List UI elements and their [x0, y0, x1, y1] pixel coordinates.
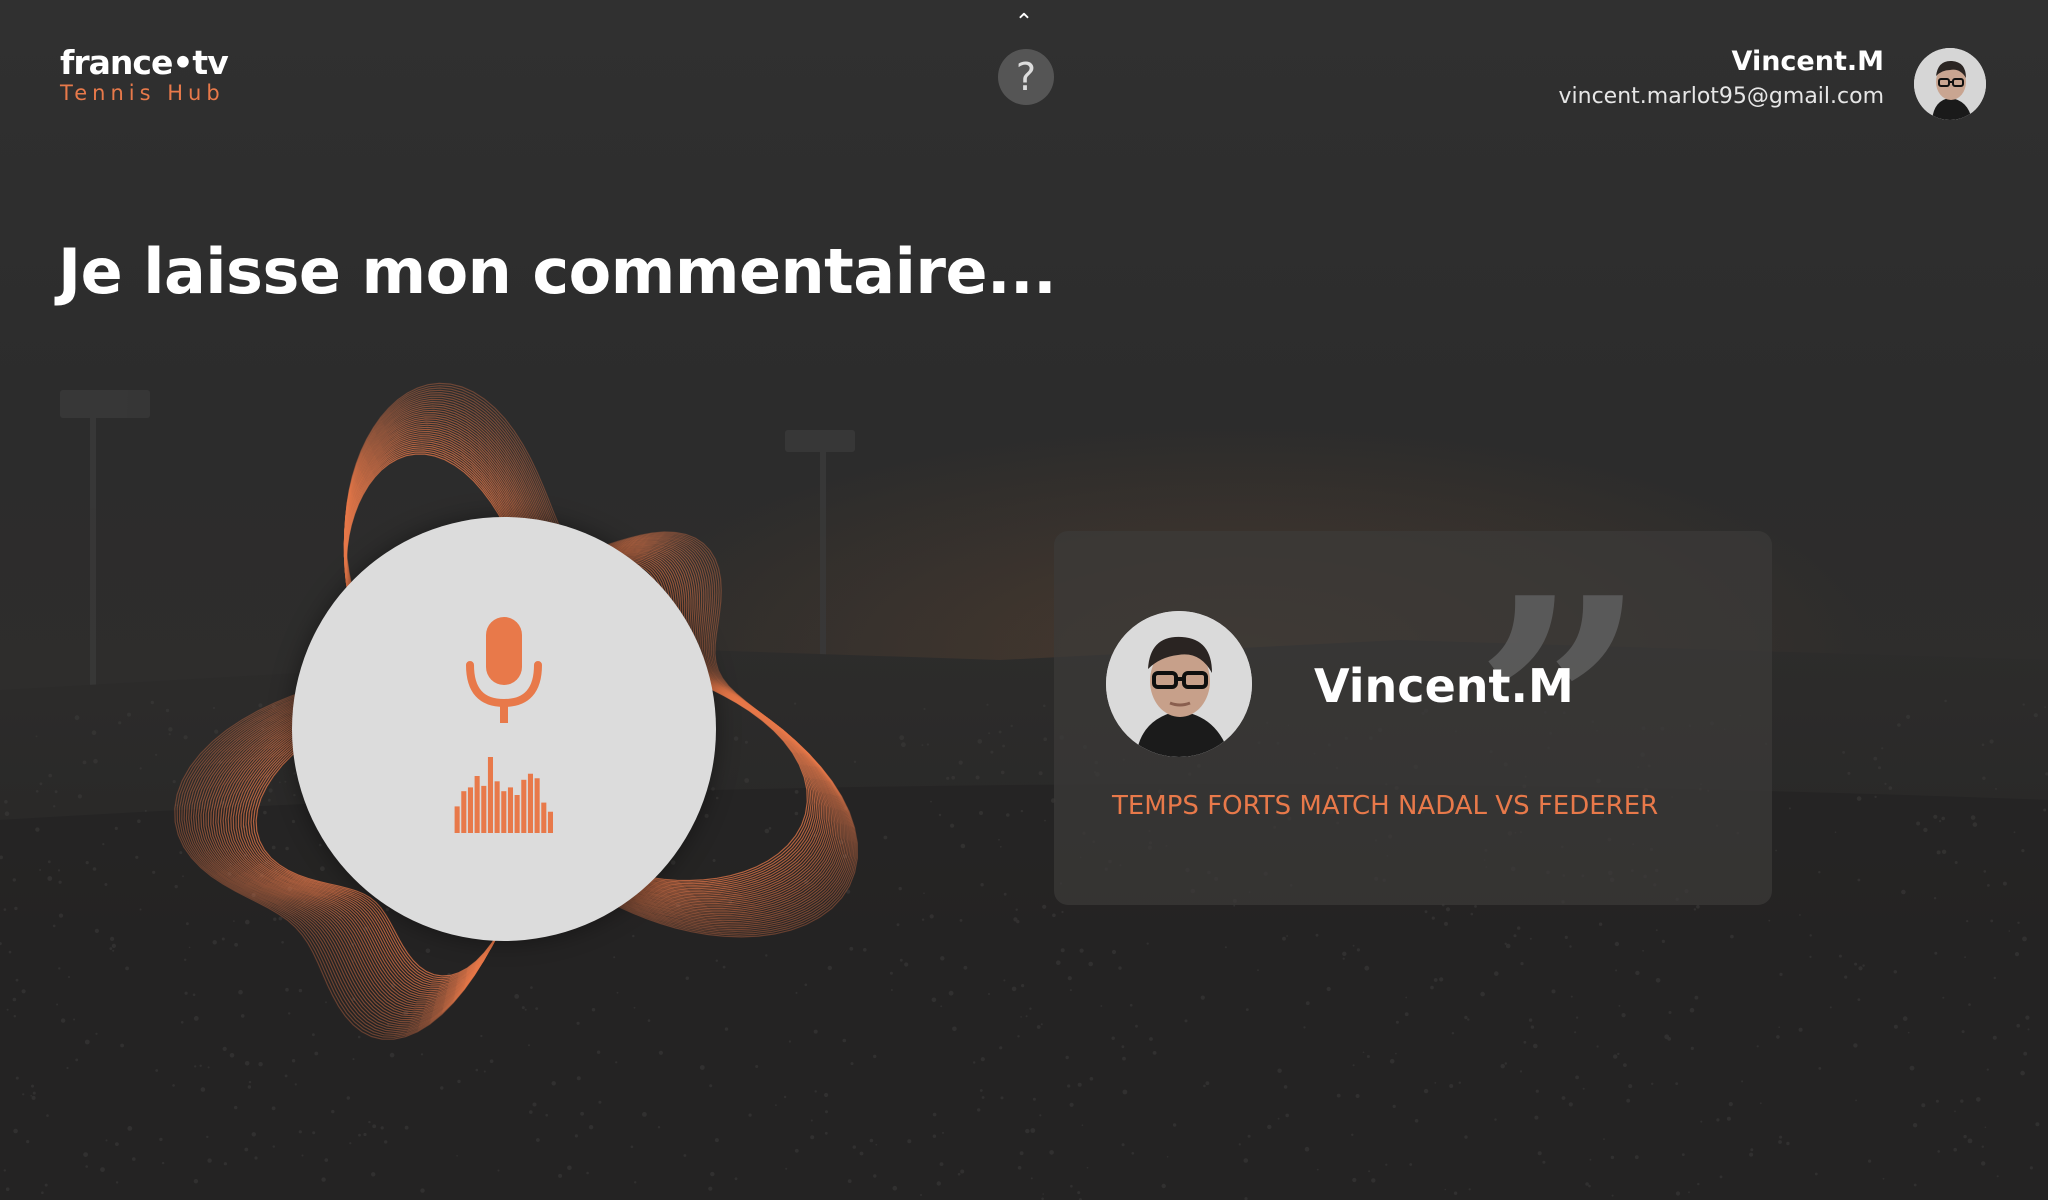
audio-level-bar — [527, 773, 533, 833]
audio-level-bar — [487, 757, 493, 833]
microphone-icon — [466, 617, 542, 723]
comment-author-name: Vincent.M — [1314, 659, 1574, 713]
audio-level-bar — [501, 791, 507, 833]
stage: france•tv Tennis Hub ⌃ ? Vincent.M vince… — [0, 0, 2048, 1200]
audio-waveform-icon — [454, 757, 553, 833]
audio-level-bar — [494, 781, 500, 833]
audio-level-bar — [507, 787, 513, 833]
author-portrait-image — [1106, 611, 1252, 757]
record-button[interactable] — [292, 517, 716, 941]
comment-card[interactable]: ” Vincent.M TEMPS FORTS MATCH NADAL VS F… — [1054, 531, 1772, 905]
comment-author-avatar — [1106, 611, 1252, 757]
audio-level-bar — [467, 787, 473, 833]
audio-level-bar — [461, 791, 467, 833]
audio-level-bar — [481, 785, 487, 833]
audio-level-bar — [521, 779, 527, 833]
audio-level-bar — [541, 802, 547, 833]
audio-level-bar — [454, 806, 460, 833]
audio-level-bar — [547, 811, 553, 833]
audio-level-bar — [474, 776, 480, 833]
comment-video-title: TEMPS FORTS MATCH NADAL VS FEDERER — [1112, 791, 1659, 821]
audio-level-bar — [534, 778, 540, 833]
audio-level-bar — [514, 795, 520, 833]
